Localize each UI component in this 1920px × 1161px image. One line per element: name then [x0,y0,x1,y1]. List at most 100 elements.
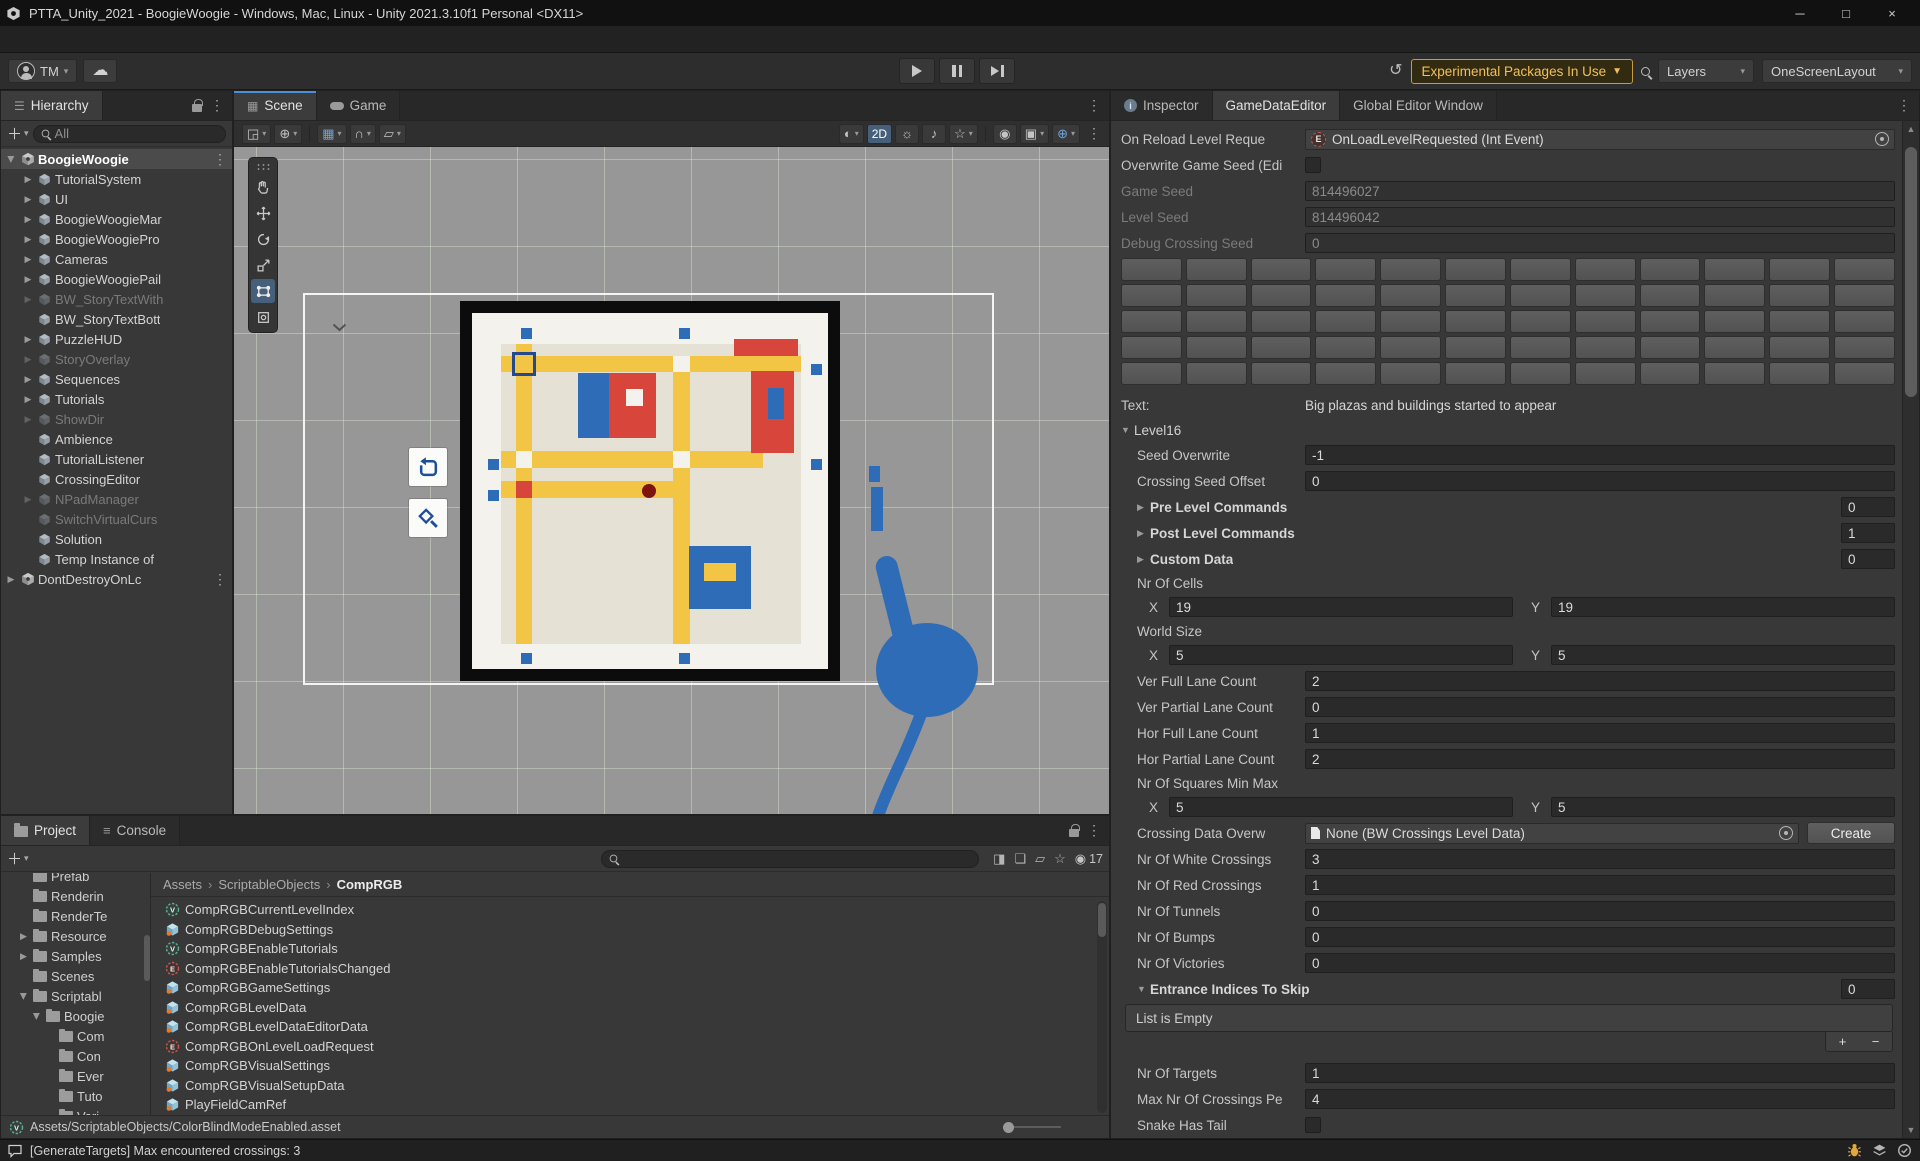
expand-arrow-icon[interactable]: ▶ [22,414,34,425]
crossing-seed-offset-input[interactable]: 0 [1305,471,1895,491]
selection-handle[interactable] [811,459,822,470]
folder-item[interactable]: ▶ Renderin [1,886,150,906]
level-button[interactable] [1121,310,1182,333]
level-button[interactable] [1509,336,1571,359]
snake-has-tail-checkbox[interactable] [1305,1117,1321,1133]
tab-hierarchy[interactable]: ☰ Hierarchy [1,91,103,120]
hierarchy-item[interactable]: ▶ BoogieWoogieMar ⋮ [1,209,232,229]
rotate-tool-button[interactable] [251,227,275,251]
transform-tool-button[interactable] [251,305,275,329]
level-button[interactable] [1380,336,1442,359]
object-picker-icon[interactable] [1779,826,1793,840]
hor-full-lane-input[interactable]: 1 [1305,723,1895,743]
asset-item[interactable]: CompRGBLevelDataEditorData [165,1017,1109,1037]
expand-arrow-icon[interactable]: ▶ [22,334,34,345]
asset-scrollbar[interactable] [1097,901,1107,1113]
item-menu-icon[interactable]: ⋮ [213,571,232,588]
search-icon[interactable] [1641,66,1650,76]
level-button[interactable] [1639,310,1701,333]
crossing-data-object-field[interactable]: None (BW Crossings Level Data) [1305,822,1799,844]
folder-item[interactable]: ▶ Resource [1,926,150,946]
nr-victories-input[interactable]: 0 [1305,953,1895,973]
selection-handle[interactable] [679,328,690,339]
expand-arrow-icon[interactable]: ▶ [22,234,34,245]
level-button[interactable] [1445,362,1506,385]
thumbnail-zoom-slider[interactable] [1003,1121,1061,1133]
cloud-services-button[interactable]: ☁ [83,59,118,83]
breadcrumb-item[interactable]: Assets › [163,877,212,892]
folder-scrollbar-thumb[interactable] [144,935,150,981]
cells-y-input[interactable]: 19 [1551,597,1895,617]
asset-item[interactable]: CompRGBGameSettings [165,978,1109,998]
level-button[interactable] [1121,362,1182,385]
foldout-arrow-icon[interactable]: ▶ [1121,502,1150,513]
level-button[interactable] [1704,362,1766,385]
package-filter-icon[interactable]: ❏ [1014,852,1026,865]
2d-toggle-button[interactable]: 2D [866,123,893,144]
scroll-up-icon[interactable]: ▲ [1903,124,1919,134]
asset-item[interactable]: V CompRGBCurrentLevelIndex [165,900,1109,920]
folder-item[interactable]: ▶ Ever [1,1066,150,1086]
squares-min-input[interactable]: 5 [1169,797,1513,817]
level-button[interactable] [1185,284,1247,307]
camera-settings-button[interactable]: ▣ ▾ [1019,123,1050,144]
level-button[interactable] [1315,362,1377,385]
selection-handle[interactable] [811,364,822,375]
level-button[interactable] [1445,336,1506,359]
hierarchy-item[interactable]: ▶ BW_StoryTextBott ⋮ [1,309,232,329]
level-button[interactable] [1769,362,1831,385]
level-button[interactable] [1834,310,1895,333]
scroll-down-icon[interactable]: ▼ [1903,1125,1919,1135]
object-picker-icon[interactable] [1875,132,1889,146]
hierarchy-item[interactable]: ▶ SwitchVirtualCurs ⋮ [1,509,232,529]
cells-x-input[interactable]: 19 [1169,597,1513,617]
hierarchy-item[interactable]: ▶ DontDestroyOnLc ⋮ [1,569,232,589]
hierarchy-item[interactable]: ▶ BW_StoryTextWith ⋮ [1,289,232,309]
project-search-input[interactable] [601,849,980,868]
asset-item[interactable]: E CompRGBEnableTutorialsChanged [165,959,1109,979]
expand-arrow-icon[interactable]: ▶ [6,153,17,165]
level-button[interactable] [1315,258,1377,281]
remove-element-button[interactable]: − [1872,1034,1880,1049]
panel-menu-icon[interactable]: ⋮ [1087,97,1101,114]
hierarchy-item[interactable]: ▶ TutorialListener ⋮ [1,449,232,469]
hierarchy-item[interactable]: ▶ Cameras ⋮ [1,249,232,269]
selection-handle[interactable] [488,459,499,470]
grid-snap-button[interactable]: ▦ ▾ [317,123,347,144]
boogie-woogie-playfield[interactable] [460,301,840,681]
level-button[interactable] [1639,284,1701,307]
ver-full-lane-input[interactable]: 2 [1305,671,1895,691]
rect-tool-button[interactable] [251,279,275,303]
level-button[interactable] [1509,258,1571,281]
overwrite-seed-checkbox[interactable] [1305,157,1321,173]
status-message[interactable]: [GenerateTargets] Max encountered crossi… [30,1144,300,1158]
level-button[interactable] [1509,284,1571,307]
hierarchy-item[interactable]: ▶ CrossingEditor ⋮ [1,469,232,489]
minimize-button[interactable]: ─ [1778,1,1822,25]
foldout-arrow-icon[interactable]: ▼ [1121,984,1150,994]
hierarchy-item[interactable]: ▶ UI ⋮ [1,189,232,209]
level-button[interactable] [1250,336,1312,359]
folder-item[interactable]: ▶ Con [1,1046,150,1066]
reset-loop-button[interactable] [409,448,447,486]
expand-arrow-icon[interactable]: ▶ [22,254,34,265]
level-button[interactable] [1639,258,1701,281]
level-button[interactable] [1574,310,1636,333]
tab-console[interactable]: ≡ Console [90,816,181,845]
expand-arrow-icon[interactable]: ▶ [22,214,34,225]
inspect-cell-button[interactable] [409,499,447,537]
folder-item[interactable]: ▶ Samples [1,946,150,966]
level-button[interactable] [1834,284,1895,307]
selection-handle[interactable] [521,328,532,339]
asset-item[interactable]: CompRGBLevelData [165,998,1109,1018]
search-by-label-icon[interactable]: ▱ [1035,852,1045,865]
slider-knob[interactable] [1003,1121,1014,1133]
layout-dropdown[interactable]: OneScreenLayout ▾ [1762,59,1912,83]
selected-cell-marker[interactable] [512,352,536,376]
lighting-toggle-button[interactable]: ☼ [895,123,920,144]
hierarchy-item[interactable]: ▶ TutorialSystem ⋮ [1,169,232,189]
pause-button[interactable] [939,58,975,84]
asset-item[interactable]: CompRGBVisualSetupData [165,1076,1109,1096]
folder-item[interactable]: ▶ Scenes [1,966,150,986]
move-tool-button[interactable] [251,201,275,225]
